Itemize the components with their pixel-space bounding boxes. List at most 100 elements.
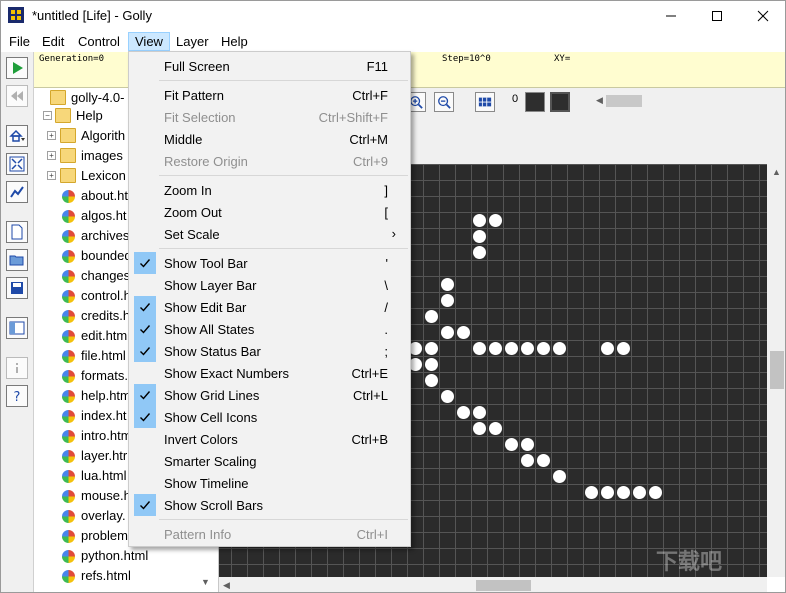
menu-control[interactable]: Control xyxy=(72,32,126,51)
menu-view[interactable]: View xyxy=(128,32,170,51)
menu-item-show-edit-bar[interactable]: Show Edit Bar / xyxy=(131,296,408,318)
new-pattern-button[interactable] xyxy=(6,221,28,243)
live-cell[interactable] xyxy=(457,326,470,339)
info-button[interactable] xyxy=(6,357,28,379)
state-scroll-thumb[interactable] xyxy=(606,95,642,107)
live-cell[interactable] xyxy=(633,486,646,499)
menu-item-middle[interactable]: Middle Ctrl+M xyxy=(131,128,408,150)
vertical-scroll-thumb[interactable] xyxy=(770,351,784,389)
tree-item[interactable]: python.html xyxy=(34,546,218,566)
live-cell[interactable] xyxy=(441,278,454,291)
menu-item-show-tool-bar[interactable]: Show Tool Bar ' xyxy=(131,252,408,274)
live-cell[interactable] xyxy=(553,342,566,355)
live-cell[interactable] xyxy=(425,358,438,371)
menu-item-full-screen[interactable]: Full Screen F11 xyxy=(131,55,408,77)
show-patterns-button[interactable] xyxy=(6,317,28,339)
all-states-toggle[interactable] xyxy=(475,92,495,112)
start-button[interactable] xyxy=(6,57,28,79)
menu-layer[interactable]: Layer xyxy=(170,32,215,51)
reset-button[interactable] xyxy=(6,85,28,107)
open-pattern-button[interactable] xyxy=(6,249,28,271)
close-button[interactable] xyxy=(740,1,785,31)
live-cell[interactable] xyxy=(585,486,598,499)
state-scrollbar[interactable]: ◀ xyxy=(594,94,689,108)
live-cell[interactable] xyxy=(537,454,550,467)
live-cell[interactable] xyxy=(617,342,630,355)
help-button[interactable]: ? xyxy=(6,385,28,407)
live-cell[interactable] xyxy=(521,342,534,355)
live-cell[interactable] xyxy=(473,214,486,227)
live-cell[interactable] xyxy=(473,230,486,243)
minimize-button[interactable] xyxy=(648,1,694,31)
html-file-icon xyxy=(62,370,75,383)
menu-item-set-scale[interactable]: Set Scale › xyxy=(131,223,408,245)
menu-item-invert-colors[interactable]: Invert Colors Ctrl+B xyxy=(131,428,408,450)
menu-item-show-timeline[interactable]: Show Timeline xyxy=(131,472,408,494)
live-cell[interactable] xyxy=(505,438,518,451)
live-cell[interactable] xyxy=(553,470,566,483)
menu-item-smarter-scaling[interactable]: Smarter Scaling xyxy=(131,450,408,472)
live-cell[interactable] xyxy=(489,342,502,355)
collapse-icon[interactable]: − xyxy=(43,111,52,120)
menu-item-zoom-out[interactable]: Zoom Out [ xyxy=(131,201,408,223)
live-cell[interactable] xyxy=(489,422,502,435)
save-pattern-button[interactable] xyxy=(6,277,28,299)
live-cell[interactable] xyxy=(505,342,518,355)
menu-item-show-scroll-bars[interactable]: Show Scroll Bars xyxy=(131,494,408,516)
live-cell[interactable] xyxy=(521,438,534,451)
generation-readout: Generation=0 xyxy=(39,54,105,64)
vertical-scrollbar[interactable]: ▲ xyxy=(767,164,785,577)
house-dropdown-icon xyxy=(9,129,25,142)
tree-horizontal-scrollbar[interactable]: ▼ xyxy=(34,575,218,592)
live-cell[interactable] xyxy=(425,342,438,355)
menu-file[interactable]: File xyxy=(3,32,36,51)
live-cell[interactable] xyxy=(441,326,454,339)
live-cell[interactable] xyxy=(457,406,470,419)
menu-item-zoom-in[interactable]: Zoom In] xyxy=(131,179,408,201)
fit-button[interactable] xyxy=(6,153,28,175)
live-cell[interactable] xyxy=(601,342,614,355)
html-file-icon xyxy=(62,470,75,483)
menu-help[interactable]: Help xyxy=(215,32,254,51)
live-cell[interactable] xyxy=(425,310,438,323)
menu-item-show-grid-lines[interactable]: Show Grid Lines Ctrl+L xyxy=(131,384,408,406)
chevron-down-icon[interactable]: ▼ xyxy=(201,577,210,587)
zoom-out-tool[interactable] xyxy=(434,92,454,112)
close-icon xyxy=(757,10,769,22)
expand-icon[interactable]: + xyxy=(47,131,56,140)
horizontal-scroll-thumb[interactable] xyxy=(476,580,531,591)
live-cell[interactable] xyxy=(425,374,438,387)
menu-item-show-layer-bar[interactable]: Show Layer Bar \ xyxy=(131,274,408,296)
live-cell[interactable] xyxy=(521,454,534,467)
maximize-button[interactable] xyxy=(694,1,740,31)
live-cell[interactable] xyxy=(617,486,630,499)
menu-item-label: Show All States xyxy=(164,322,255,337)
timeline-button[interactable] xyxy=(6,181,28,203)
live-cell[interactable] xyxy=(473,406,486,419)
state-icon-swatch[interactable] xyxy=(550,92,570,112)
live-cell[interactable] xyxy=(489,214,502,227)
menu-item-show-all-states[interactable]: Show All States. xyxy=(131,318,408,340)
menu-item-show-status-bar[interactable]: Show Status Bar; xyxy=(131,340,408,362)
menu-item-show-cell-icons[interactable]: Show Cell Icons xyxy=(131,406,408,428)
live-cell[interactable] xyxy=(441,390,454,403)
chevron-up-icon[interactable]: ▲ xyxy=(772,167,781,177)
live-cell[interactable] xyxy=(473,422,486,435)
tree-item-label: problem xyxy=(81,528,128,543)
state-color-swatch[interactable] xyxy=(525,92,545,112)
menu-item-fit-pattern[interactable]: Fit Pattern Ctrl+F xyxy=(131,84,408,106)
algo-button[interactable] xyxy=(6,125,28,147)
live-cell[interactable] xyxy=(473,342,486,355)
expand-icon[interactable]: + xyxy=(47,151,56,160)
live-cell[interactable] xyxy=(473,246,486,259)
menu-item-show-exact-numbers[interactable]: Show Exact Numbers Ctrl+E xyxy=(131,362,408,384)
live-cell[interactable] xyxy=(441,294,454,307)
chevron-left-icon[interactable]: ◀ xyxy=(596,95,603,106)
menu-edit[interactable]: Edit xyxy=(36,32,70,51)
horizontal-scrollbar[interactable]: ◀ xyxy=(219,577,767,592)
expand-icon[interactable]: + xyxy=(47,171,56,180)
chevron-left-icon[interactable]: ◀ xyxy=(223,580,230,591)
live-cell[interactable] xyxy=(649,486,662,499)
live-cell[interactable] xyxy=(537,342,550,355)
live-cell[interactable] xyxy=(601,486,614,499)
